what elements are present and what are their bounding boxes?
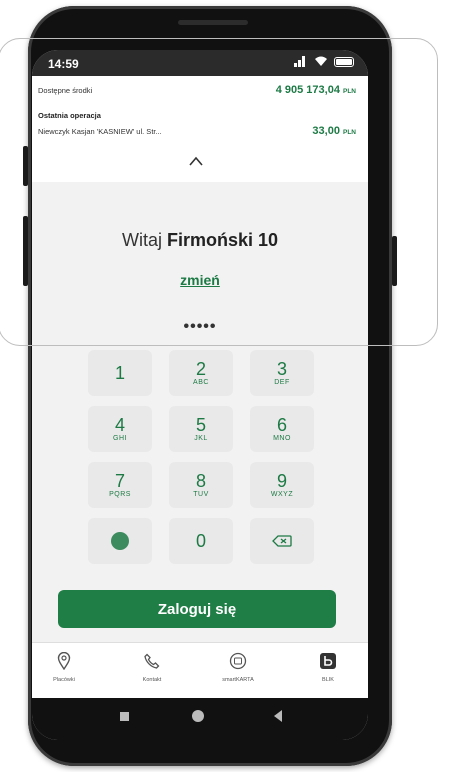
status-bar: 14:59: [32, 50, 368, 76]
phone-screen: 14:59 Dostępne środki 4 905 173,04 PLN O…: [32, 50, 368, 740]
fingerprint-icon: [111, 532, 129, 550]
back-icon[interactable]: [274, 710, 282, 722]
available-balance: 4 905 173,04 PLN: [275, 84, 356, 96]
available-funds-label: Dostępne środki: [38, 86, 93, 95]
recent-apps-icon[interactable]: [120, 712, 129, 721]
wifi-icon: [315, 56, 327, 66]
change-user-link[interactable]: zmień: [32, 272, 368, 288]
tab-branches[interactable]: Placówki: [32, 651, 96, 683]
welcome-greeting: Witaj: [121, 230, 162, 250]
last-operation-amount: 33,00 PLN: [312, 125, 356, 137]
tab-blik[interactable]: BLIK: [296, 651, 360, 683]
last-operation-label: Ostatnia operacja: [38, 111, 101, 120]
signal-icon: [294, 56, 308, 67]
status-icons: [294, 56, 354, 67]
tab-smartkarta[interactable]: smartKARTA: [206, 651, 270, 683]
chevron-up-icon[interactable]: [189, 156, 203, 166]
user-name: Firmoński 10: [166, 230, 279, 250]
power-button: [392, 236, 397, 286]
home-icon[interactable]: [192, 710, 204, 722]
key-3[interactable]: 3 DEF: [250, 350, 314, 396]
account-summary-panel[interactable]: Dostępne środki 4 905 173,04 PLN Ostatni…: [32, 76, 368, 182]
key-1[interactable]: 1: [88, 350, 152, 396]
key-2[interactable]: 2 ABC: [169, 350, 233, 396]
key-5[interactable]: 5 JKL: [169, 406, 233, 452]
tab-branches-label: Placówki: [53, 677, 75, 683]
bottom-tab-bar: Placówki Kontakt smartKARTA BLIK: [32, 642, 368, 699]
volume-up-button: [23, 146, 28, 186]
status-time: 14:59: [48, 57, 79, 71]
tab-contact[interactable]: Kontakt: [120, 651, 184, 683]
key-4[interactable]: 4 GHI: [88, 406, 152, 452]
battery-icon: [334, 56, 354, 67]
last-operation-description: Niewczyk Kasjan 'KASNIEW' ul. Str...: [38, 127, 162, 136]
speaker-grille: [178, 20, 248, 25]
blik-icon: [320, 653, 336, 669]
login-button[interactable]: Zaloguj się: [58, 590, 336, 628]
fingerprint-button[interactable]: [88, 518, 152, 564]
tab-smartkarta-label: smartKARTA: [222, 677, 254, 683]
key-0[interactable]: 0: [169, 518, 233, 564]
volume-down-button: [23, 216, 28, 286]
system-nav-bar: [32, 698, 368, 740]
backspace-icon: [272, 535, 292, 547]
location-pin-icon: [57, 652, 71, 670]
phone-icon: [144, 653, 160, 669]
smart-card-icon: [229, 652, 247, 670]
tab-blik-label: BLIK: [322, 677, 334, 683]
key-9[interactable]: 9 WXYZ: [250, 462, 314, 508]
tab-contact-label: Kontakt: [142, 677, 162, 683]
welcome-message: Witaj Firmoński 10: [32, 230, 368, 251]
key-6[interactable]: 6 MNO: [250, 406, 314, 452]
pin-keypad: 1 2 ABC 3 DEF 4 GHI 5 JKL 6 MNO 7 PQRS 8 TUV 9W…: [88, 350, 314, 574]
pin-dots: •••••: [183, 318, 217, 335]
backspace-button[interactable]: [250, 518, 314, 564]
key-8[interactable]: 8 TUV: [169, 462, 233, 508]
key-7[interactable]: 7 PQRS: [88, 462, 152, 508]
